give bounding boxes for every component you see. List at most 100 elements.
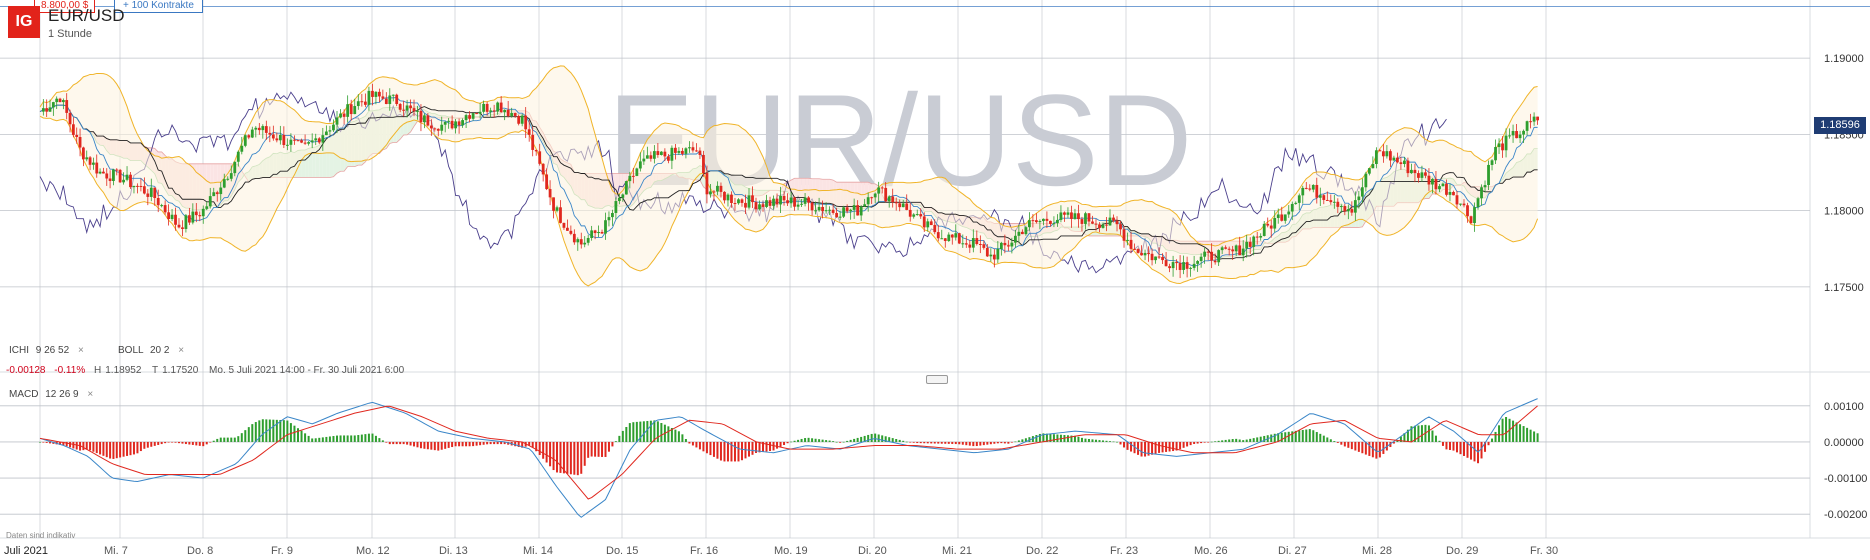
remove-macd-icon[interactable]: ×: [87, 389, 93, 400]
macd-histogram-bar: [677, 431, 680, 442]
time-tick-label: Mo. 12: [356, 545, 390, 557]
macd-histogram-bar: [881, 435, 884, 442]
candle-body: [471, 113, 475, 119]
candle-body: [1487, 164, 1490, 186]
macd-histogram-bar: [968, 441, 971, 446]
macd-histogram-bar: [1361, 441, 1364, 454]
macd-histogram-bar: [587, 441, 590, 458]
time-tick-label: Mo. 26: [1194, 545, 1228, 557]
macd-histogram-bar: [112, 441, 115, 459]
macd-indicator-label[interactable]: MACD 12 26 9 ×: [9, 389, 93, 400]
macd-histogram-bar: [447, 441, 450, 448]
candle-body: [1136, 249, 1140, 253]
macd-histogram-bar: [82, 441, 85, 451]
macd-histogram-bar: [233, 437, 236, 442]
macd-histogram-bar: [695, 441, 698, 448]
candle-body: [177, 224, 181, 228]
candle-body: [108, 178, 112, 181]
candle-body: [961, 243, 965, 245]
candle-body: [105, 173, 109, 179]
macd-histogram-bar: [1112, 441, 1115, 443]
candle-body: [772, 198, 775, 206]
candle-body: [1441, 183, 1445, 187]
candle-body: [894, 202, 898, 204]
remove-bollinger-icon[interactable]: ×: [178, 345, 184, 356]
macd-histogram-bar: [1193, 441, 1196, 444]
candle-body: [184, 215, 188, 229]
candle-body: [548, 189, 552, 198]
candle-body: [954, 233, 958, 238]
candle-body: [1101, 224, 1105, 228]
candle-body: [371, 90, 374, 97]
macd-histogram-bar: [618, 435, 621, 442]
candle-body: [1073, 213, 1077, 219]
macd-histogram-bar: [614, 441, 617, 442]
candle-body: [482, 103, 486, 112]
candle-body: [1466, 205, 1469, 217]
candle-body: [475, 113, 479, 115]
candle-body: [807, 197, 810, 203]
bollinger-name: BOLL: [118, 345, 144, 356]
time-tick-label: Di. 20: [858, 545, 887, 557]
macd-histogram-bar: [702, 441, 705, 452]
candle-body: [391, 94, 395, 96]
macd-histogram-bar: [972, 441, 975, 447]
candle-body: [102, 171, 105, 174]
time-tick-label: Di. 13: [439, 545, 468, 557]
panel-resize-handle[interactable]: [926, 375, 948, 384]
macd-histogram-bar: [143, 441, 146, 449]
candle-body: [635, 168, 639, 176]
candle-body: [68, 112, 72, 125]
candle-body: [1388, 151, 1392, 161]
price-chart[interactable]: 1.190001.185001.180001.175000.001000.000…: [0, 0, 1870, 560]
macd-histogram-bar: [1354, 441, 1357, 451]
candle-body: [48, 107, 52, 112]
remove-ichimoku-icon[interactable]: ×: [78, 345, 84, 356]
macd-histogram-bar: [1242, 440, 1245, 442]
macd-histogram-bar: [776, 441, 779, 449]
macd-histogram-bar: [1052, 434, 1055, 442]
bollinger-indicator-label[interactable]: BOLL 20 2 ×: [118, 345, 184, 356]
candle-body: [912, 214, 916, 217]
macd-histogram-bar: [378, 438, 381, 442]
ichimoku-indicator-label[interactable]: ICHI 9 26 52 ×: [9, 345, 84, 356]
candle-body: [877, 187, 881, 194]
macd-histogram-bar: [895, 439, 898, 442]
candle-body: [919, 214, 923, 217]
candle-body: [419, 110, 423, 123]
macd-tick-label: -0.00100: [1824, 473, 1867, 485]
macd-histogram-bar: [902, 440, 905, 442]
macd-histogram-bar: [660, 423, 663, 442]
macd-histogram-bar: [146, 441, 149, 448]
macd-histogram-bar: [293, 425, 296, 442]
macd-histogram-bar: [198, 441, 201, 446]
time-tick-label: Fr. 23: [1110, 545, 1138, 557]
candle-body: [98, 171, 102, 174]
macd-histogram-bar: [1140, 441, 1143, 457]
macd-histogram-bar: [109, 441, 112, 459]
macd-histogram-bar: [1228, 439, 1231, 442]
macd-histogram-bar: [1221, 440, 1224, 442]
candle-body: [278, 134, 282, 141]
macd-histogram-bar: [1256, 437, 1259, 442]
candle-body: [779, 195, 782, 205]
candle-body: [71, 124, 75, 135]
candle-body: [607, 217, 611, 221]
candle-body: [1031, 220, 1035, 222]
candle-body: [1308, 188, 1312, 190]
interval-label[interactable]: 1 Stunde: [48, 28, 92, 40]
candle-body: [1413, 169, 1417, 174]
macd-histogram-bar: [1448, 441, 1451, 450]
candle-body: [139, 185, 143, 187]
macd-histogram-bar: [296, 428, 299, 442]
macd-histogram-bar: [594, 441, 597, 457]
candle-body: [1262, 223, 1266, 236]
candle-body: [789, 197, 793, 204]
macd-histogram-bar: [188, 441, 191, 445]
candle-body: [905, 203, 909, 210]
candle-body: [673, 147, 677, 153]
macd-histogram-bar: [832, 441, 835, 442]
candle-body: [922, 216, 926, 228]
candle-body: [1084, 213, 1087, 224]
order-size-ticket[interactable]: + 100 Kontrakte: [114, 0, 203, 13]
